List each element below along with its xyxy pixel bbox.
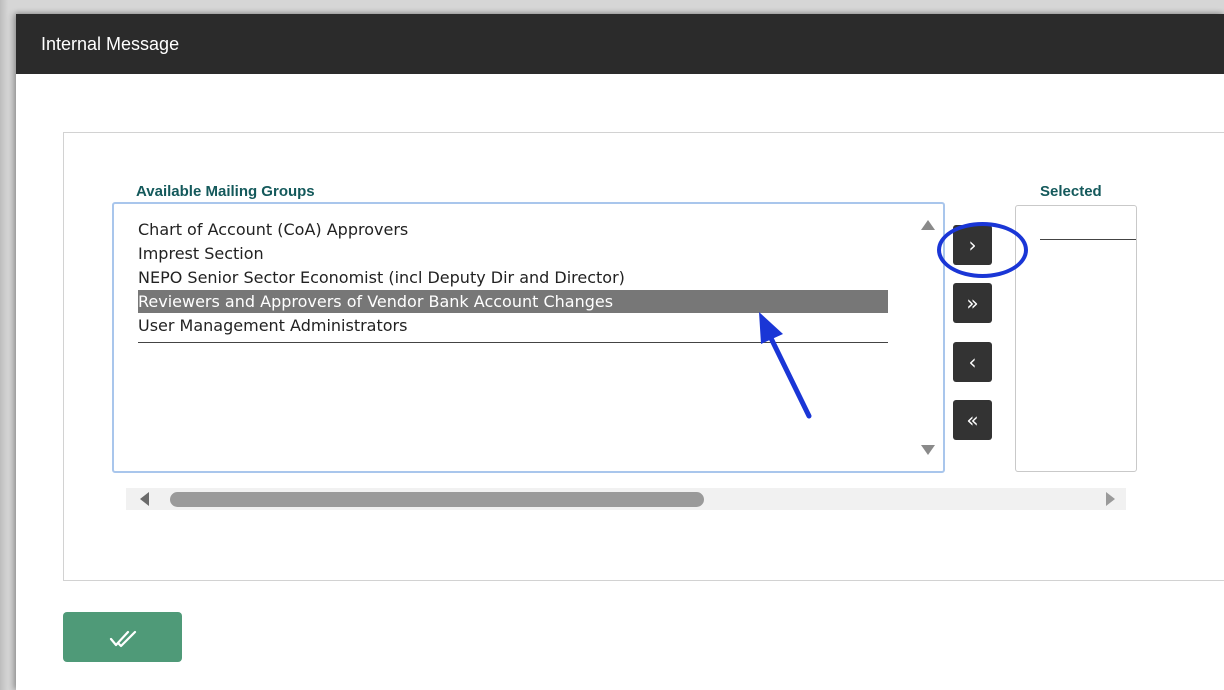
dialog-title-bar: Internal Message [16,14,1224,74]
list-separator [138,342,888,343]
scroll-up-arrow-icon[interactable] [921,220,935,230]
dialog-title: Internal Message [41,34,180,54]
horizontal-scrollbar[interactable] [126,488,1126,510]
scroll-left-arrow-icon[interactable] [140,492,149,506]
internal-message-dialog: Internal Message Available Mailing Group… [16,14,1224,690]
list-item[interactable]: NEPO Senior Sector Economist (incl Deput… [138,266,625,289]
double-check-icon [109,630,136,647]
add-selected-button[interactable]: › [953,225,992,265]
list-item[interactable]: User Management Administrators [138,314,407,337]
remove-selected-button[interactable]: ‹ [953,342,992,382]
available-groups-label: Available Mailing Groups [136,183,315,200]
list-item[interactable]: Chart of Account (CoA) Approvers [138,218,408,241]
remove-all-button[interactable]: « [953,400,992,440]
list-item[interactable]: Imprest Section [138,242,264,265]
selected-groups-list[interactable] [1015,205,1137,472]
list-item-selected[interactable]: Reviewers and Approvers of Vendor Bank A… [138,290,888,313]
selected-groups-label: Selected [1040,183,1102,200]
add-all-button[interactable]: » [953,283,992,323]
scroll-right-arrow-icon[interactable] [1106,492,1115,506]
available-groups-list[interactable]: Chart of Account (CoA) Approvers Imprest… [112,202,945,473]
horizontal-scroll-thumb[interactable] [170,492,704,507]
confirm-button[interactable] [63,612,182,662]
scroll-down-arrow-icon[interactable] [921,445,935,455]
list-separator [1040,239,1136,240]
screen: Internal Message Available Mailing Group… [0,0,1224,690]
